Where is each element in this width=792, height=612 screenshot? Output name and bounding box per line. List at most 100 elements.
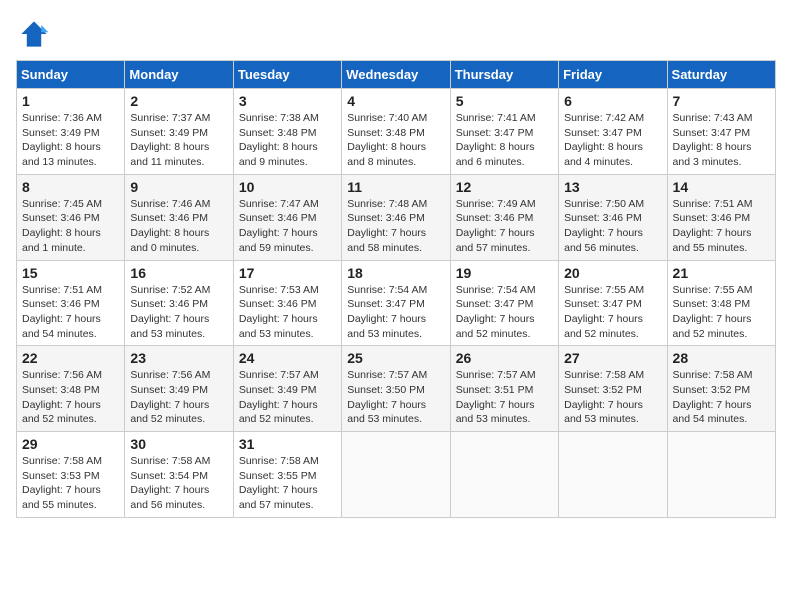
day-number: 6 (564, 93, 661, 109)
day-number: 24 (239, 350, 336, 366)
day-detail: Sunrise: 7:51 AMSunset: 3:46 PMDaylight:… (22, 283, 119, 342)
calendar-week-row: 15 Sunrise: 7:51 AMSunset: 3:46 PMDayligh… (17, 260, 776, 346)
day-number: 29 (22, 436, 119, 452)
day-detail: Sunrise: 7:55 AMSunset: 3:47 PMDaylight:… (564, 283, 661, 342)
day-detail: Sunrise: 7:57 AMSunset: 3:49 PMDaylight:… (239, 368, 336, 427)
calendar-cell: 5 Sunrise: 7:41 AMSunset: 3:47 PMDaylight… (450, 89, 558, 175)
calendar-cell: 12Sunrise: 7:49 AMSunset: 3:46 PMDayligh… (450, 174, 558, 260)
calendar-week-row: 8 Sunrise: 7:45 AMSunset: 3:46 PMDaylight… (17, 174, 776, 260)
calendar-cell: 31 Sunrise: 7:58 AMSunset: 3:55 PMDayligh… (233, 432, 341, 518)
day-detail: Sunrise: 7:56 AMSunset: 3:49 PMDaylight:… (130, 368, 227, 427)
day-number: 31 (239, 436, 336, 452)
day-number: 15 (22, 265, 119, 281)
calendar-cell: 13Sunrise: 7:50 AMSunset: 3:46 PMDayligh… (559, 174, 667, 260)
day-number: 30 (130, 436, 227, 452)
day-number: 9 (130, 179, 227, 195)
calendar-header-saturday: Saturday (667, 61, 775, 89)
calendar-header-thursday: Thursday (450, 61, 558, 89)
calendar-table: SundayMondayTuesdayWednesdayThursdayFrid… (16, 60, 776, 518)
calendar-cell: 18 Sunrise: 7:54 AMSunset: 3:47 PMDayligh… (342, 260, 450, 346)
calendar-cell: 25 Sunrise: 7:57 AMSunset: 3:50 PMDayligh… (342, 346, 450, 432)
calendar-week-row: 1 Sunrise: 7:36 AMSunset: 3:49 PMDaylight… (17, 89, 776, 175)
day-detail: Sunrise: 7:58 AMSunset: 3:53 PMDaylight:… (22, 454, 119, 513)
calendar-cell: 22 Sunrise: 7:56 AMSunset: 3:48 PMDayligh… (17, 346, 125, 432)
calendar-header-sunday: Sunday (17, 61, 125, 89)
calendar-cell: 26 Sunrise: 7:57 AMSunset: 3:51 PMDayligh… (450, 346, 558, 432)
day-detail: Sunrise: 7:38 AMSunset: 3:48 PMDaylight:… (239, 111, 336, 170)
day-number: 25 (347, 350, 444, 366)
day-detail: Sunrise: 7:42 AMSunset: 3:47 PMDaylight:… (564, 111, 661, 170)
calendar-cell: 27 Sunrise: 7:58 AMSunset: 3:52 PMDayligh… (559, 346, 667, 432)
day-detail: Sunrise: 7:43 AMSunset: 3:47 PMDaylight:… (673, 111, 770, 170)
day-number: 26 (456, 350, 553, 366)
day-number: 14 (673, 179, 770, 195)
day-detail: Sunrise: 7:58 AMSunset: 3:52 PMDaylight:… (564, 368, 661, 427)
day-number: 17 (239, 265, 336, 281)
day-detail: Sunrise: 7:36 AMSunset: 3:49 PMDaylight:… (22, 111, 119, 170)
day-detail: Sunrise: 7:56 AMSunset: 3:48 PMDaylight:… (22, 368, 119, 427)
logo-icon (16, 16, 52, 52)
day-number: 2 (130, 93, 227, 109)
calendar-cell: 21 Sunrise: 7:55 AMSunset: 3:48 PMDayligh… (667, 260, 775, 346)
page-header (16, 16, 776, 52)
day-number: 19 (456, 265, 553, 281)
logo (16, 16, 56, 52)
calendar-cell: 29 Sunrise: 7:58 AMSunset: 3:53 PMDayligh… (17, 432, 125, 518)
day-number: 18 (347, 265, 444, 281)
day-detail: Sunrise: 7:46 AMSunset: 3:46 PMDaylight:… (130, 197, 227, 256)
day-number: 7 (673, 93, 770, 109)
calendar-cell: 4 Sunrise: 7:40 AMSunset: 3:48 PMDaylight… (342, 89, 450, 175)
day-detail: Sunrise: 7:54 AMSunset: 3:47 PMDaylight:… (456, 283, 553, 342)
calendar-cell: 17 Sunrise: 7:53 AMSunset: 3:46 PMDayligh… (233, 260, 341, 346)
calendar-header-wednesday: Wednesday (342, 61, 450, 89)
day-number: 3 (239, 93, 336, 109)
calendar-cell (667, 432, 775, 518)
calendar-cell: 19 Sunrise: 7:54 AMSunset: 3:47 PMDayligh… (450, 260, 558, 346)
day-detail: Sunrise: 7:58 AMSunset: 3:54 PMDaylight:… (130, 454, 227, 513)
day-number: 4 (347, 93, 444, 109)
day-detail: Sunrise: 7:53 AMSunset: 3:46 PMDaylight:… (239, 283, 336, 342)
calendar-cell: 28Sunrise: 7:58 AMSunset: 3:52 PMDayligh… (667, 346, 775, 432)
day-number: 28 (673, 350, 770, 366)
day-detail: Sunrise: 7:48 AMSunset: 3:46 PMDaylight:… (347, 197, 444, 256)
day-detail: Sunrise: 7:58 AMSunset: 3:55 PMDaylight:… (239, 454, 336, 513)
day-detail: Sunrise: 7:41 AMSunset: 3:47 PMDaylight:… (456, 111, 553, 170)
calendar-cell (559, 432, 667, 518)
calendar-cell: 7 Sunrise: 7:43 AMSunset: 3:47 PMDaylight… (667, 89, 775, 175)
day-number: 1 (22, 93, 119, 109)
day-detail: Sunrise: 7:45 AMSunset: 3:46 PMDaylight:… (22, 197, 119, 256)
calendar-header-friday: Friday (559, 61, 667, 89)
day-detail: Sunrise: 7:55 AMSunset: 3:48 PMDaylight:… (673, 283, 770, 342)
day-number: 27 (564, 350, 661, 366)
day-number: 22 (22, 350, 119, 366)
calendar-cell: 30 Sunrise: 7:58 AMSunset: 3:54 PMDayligh… (125, 432, 233, 518)
calendar-cell (450, 432, 558, 518)
calendar-cell: 6 Sunrise: 7:42 AMSunset: 3:47 PMDaylight… (559, 89, 667, 175)
day-detail: Sunrise: 7:54 AMSunset: 3:47 PMDaylight:… (347, 283, 444, 342)
calendar-cell: 10 Sunrise: 7:47 AMSunset: 3:46 PMDayligh… (233, 174, 341, 260)
day-number: 5 (456, 93, 553, 109)
calendar-header-row: SundayMondayTuesdayWednesdayThursdayFrid… (17, 61, 776, 89)
calendar-header-tuesday: Tuesday (233, 61, 341, 89)
calendar-cell: 9 Sunrise: 7:46 AMSunset: 3:46 PMDaylight… (125, 174, 233, 260)
calendar-week-row: 22 Sunrise: 7:56 AMSunset: 3:48 PMDayligh… (17, 346, 776, 432)
day-number: 13 (564, 179, 661, 195)
day-detail: Sunrise: 7:47 AMSunset: 3:46 PMDaylight:… (239, 197, 336, 256)
day-number: 11 (347, 179, 444, 195)
calendar-cell: 14 Sunrise: 7:51 AMSunset: 3:46 PMDayligh… (667, 174, 775, 260)
day-number: 20 (564, 265, 661, 281)
calendar-cell: 24 Sunrise: 7:57 AMSunset: 3:49 PMDayligh… (233, 346, 341, 432)
day-detail: Sunrise: 7:57 AMSunset: 3:50 PMDaylight:… (347, 368, 444, 427)
day-number: 16 (130, 265, 227, 281)
day-number: 21 (673, 265, 770, 281)
calendar-week-row: 29 Sunrise: 7:58 AMSunset: 3:53 PMDayligh… (17, 432, 776, 518)
day-detail: Sunrise: 7:37 AMSunset: 3:49 PMDaylight:… (130, 111, 227, 170)
calendar-cell: 15 Sunrise: 7:51 AMSunset: 3:46 PMDayligh… (17, 260, 125, 346)
day-detail: Sunrise: 7:57 AMSunset: 3:51 PMDaylight:… (456, 368, 553, 427)
day-detail: Sunrise: 7:40 AMSunset: 3:48 PMDaylight:… (347, 111, 444, 170)
day-number: 8 (22, 179, 119, 195)
calendar-cell: 23 Sunrise: 7:56 AMSunset: 3:49 PMDayligh… (125, 346, 233, 432)
day-number: 23 (130, 350, 227, 366)
day-detail: Sunrise: 7:51 AMSunset: 3:46 PMDaylight:… (673, 197, 770, 256)
day-number: 10 (239, 179, 336, 195)
